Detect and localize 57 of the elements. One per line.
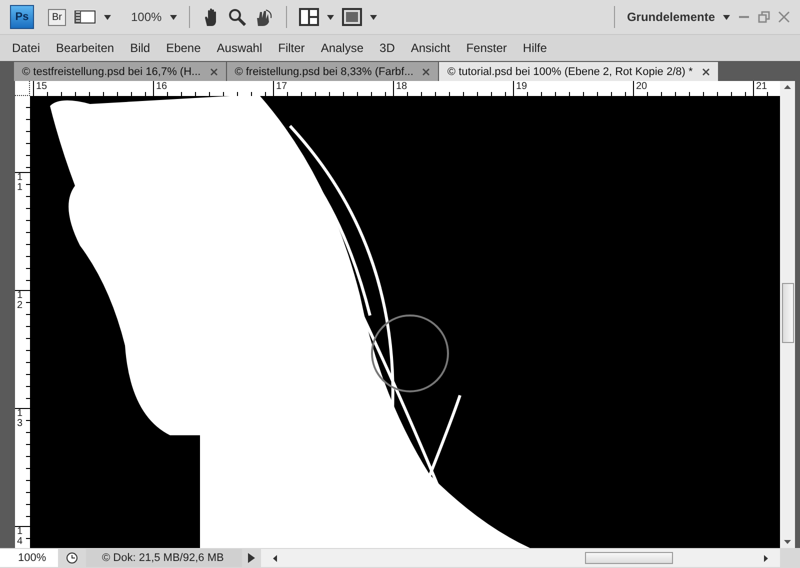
document-tab[interactable]: © tutorial.psd bei 100% (Ebene 2, Rot Kopie 2/8) * [439,62,718,81]
menu-item[interactable]: Bearbeiten [48,41,122,55]
close-icon[interactable] [702,68,710,76]
scroll-left-icon[interactable] [273,554,277,562]
menu-item[interactable]: Datei [4,41,48,55]
document-tab[interactable]: © freistellung.psd bei 8,33% (Farbf... [226,62,438,81]
menu-item[interactable]: Fenster [458,41,515,55]
caret-icon[interactable] [170,14,177,20]
ruler-label: 14 [16,527,23,547]
screen-mode-icon[interactable] [342,8,362,26]
close-icon[interactable] [422,68,430,76]
tab-title: © testfreistellung.psd bei 16,7% (H... [22,66,201,78]
caret-icon[interactable] [723,14,730,20]
scroll-right-icon[interactable] [764,554,768,562]
menu-item[interactable]: Filter [270,41,313,55]
caret-icon[interactable] [104,14,111,20]
expand-arrow-icon[interactable] [248,553,255,563]
zoom-dropdown[interactable]: 100% [131,10,162,24]
ruler-label: 12 [16,291,23,311]
search-icon[interactable] [228,8,246,26]
menu-item[interactable]: Bild [122,41,158,55]
zoom-field[interactable]: 100% [0,549,58,567]
ruler-label: 15 [36,81,48,92]
film-strip-icon[interactable] [74,8,96,26]
workspace-dropdown[interactable]: Grundelemente [626,10,715,24]
scroll-thumb[interactable] [585,552,673,564]
layout-icon[interactable] [298,8,319,26]
ruler-label: 18 [396,81,408,92]
tab-title: © tutorial.psd bei 100% (Ebene 2, Rot Kopie 2/8) * [447,66,693,78]
vertical-scrollbar[interactable] [780,81,795,548]
clock-icon[interactable] [66,552,78,564]
menu-item[interactable]: Ebene [158,41,209,55]
tab-title: © freistellung.psd bei 8,33% (Farbf... [234,66,414,78]
bridge-button[interactable]: Br [48,8,66,26]
scroll-up-icon[interactable] [784,85,791,89]
ruler-label: 20 [636,81,648,92]
menu-item[interactable]: 3D [372,41,403,55]
restore-icon[interactable] [758,11,770,23]
horizontal-scrollbar[interactable] [261,549,780,567]
scroll-down-icon[interactable] [784,540,791,544]
document-tab[interactable]: © testfreistellung.psd bei 16,7% (H... [14,62,226,81]
app-logo[interactable]: Ps [10,5,34,29]
scroll-thumb[interactable] [782,283,794,343]
menu-item[interactable]: Auswahl [208,41,270,55]
ruler-label: 11 [16,173,23,193]
ruler-label: 13 [16,409,23,429]
menu-item[interactable]: Hilfe [514,41,555,55]
ruler-label: 16 [156,81,168,92]
close-icon[interactable] [210,68,218,76]
menu-item[interactable]: Analyse [312,41,372,55]
ruler-label: 21 [756,81,768,92]
caret-icon[interactable] [326,14,334,20]
caret-icon[interactable] [370,14,377,20]
menu-item[interactable]: Ansicht [402,41,458,55]
document-size-info: © Dok: 21,5 MB/92,6 MB [86,549,242,567]
ruler-label: 19 [516,81,528,92]
ruler-label: 17 [276,81,288,92]
